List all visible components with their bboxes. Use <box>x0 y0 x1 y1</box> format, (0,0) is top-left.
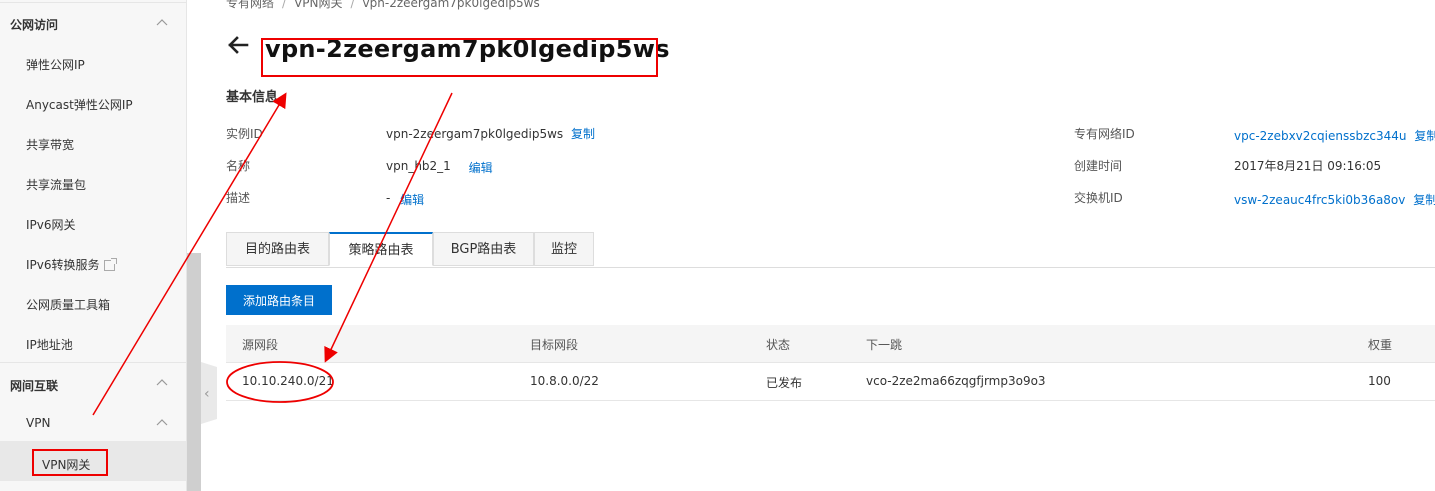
description-label: 描述 <box>226 191 251 205</box>
table-header: 源网段 目标网段 状态 下一跳 权重 <box>226 325 1435 363</box>
sidebar-item-eip[interactable]: 弹性公网IP <box>26 56 85 73</box>
edit-description-link[interactable]: 编辑 <box>400 193 424 207</box>
created-time-label: 创建时间 <box>1074 159 1123 173</box>
sidebar-item-ipv6-translation[interactable]: IPv6转换服务 <box>26 256 117 273</box>
description-text: - <box>386 191 391 205</box>
tab-bgp-route[interactable]: BGP路由表 <box>433 232 534 266</box>
sidebar-group-interconnect[interactable]: 网间互联 <box>10 377 58 394</box>
column-header-next-hop: 下一跳 <box>866 338 903 352</box>
name-label: 名称 <box>226 159 251 173</box>
sidebar-divider <box>0 362 186 363</box>
sidebar-item-label: IPv6转换服务 <box>26 258 100 272</box>
scrollbar-thumb[interactable] <box>187 253 201 491</box>
sidebar-item-ip-pool[interactable]: IP地址池 <box>26 336 73 353</box>
breadcrumb-item[interactable]: VPN网关 <box>294 0 342 10</box>
sidebar-item-quality-tools[interactable]: 公网质量工具箱 <box>26 296 110 313</box>
chevron-up-icon[interactable] <box>156 377 168 389</box>
vpc-id-label: 专有网络ID <box>1074 127 1135 141</box>
sidebar-item-shared-traffic[interactable]: 共享流量包 <box>26 176 86 193</box>
column-header-source-cidr: 源网段 <box>242 338 279 352</box>
column-header-dest-cidr: 目标网段 <box>530 338 579 352</box>
chevron-up-icon[interactable] <box>156 17 168 29</box>
tab-destination-route[interactable]: 目的路由表 <box>226 232 329 266</box>
vswitch-id-link[interactable]: vsw-2zeauc4frc5ki0b36a8ov <box>1234 193 1405 207</box>
sidebar-item-ipv6-gateway[interactable]: IPv6网关 <box>26 216 76 233</box>
description-value: - 编辑 <box>386 189 424 207</box>
name-value: vpn_hb2_1 编辑 <box>386 157 493 175</box>
annotation-title-box <box>261 38 658 77</box>
sidebar-collapse-toggle[interactable]: ‹ <box>201 362 217 424</box>
breadcrumb-item: vpn-2zeergam7pk0lgedip5ws <box>362 0 540 10</box>
breadcrumb: 专有网络 / VPN网关 / vpn-2zeergam7pk0lgedip5ws <box>226 0 540 11</box>
sidebar-item-anycast-eip[interactable]: Anycast弹性公网IP <box>26 96 133 113</box>
table-row: 10.10.240.0/21 10.8.0.0/22 已发布 vco-2ze2m… <box>226 363 1435 401</box>
sidebar-group-public-access[interactable]: 公网访问 <box>10 16 58 33</box>
created-time-value: 2017年8月21日 09:16:05 <box>1234 159 1382 173</box>
section-title-basic-info: 基本信息 <box>226 90 279 105</box>
back-arrow-icon[interactable] <box>226 33 250 57</box>
vswitch-id-label: 交换机ID <box>1074 191 1123 205</box>
instance-id-label: 实例ID <box>226 127 263 141</box>
sidebar-item-vpn[interactable]: VPN <box>26 416 50 430</box>
add-route-entry-button[interactable]: 添加路由条目 <box>226 285 332 315</box>
sidebar-item-shared-bandwidth[interactable]: 共享带宽 <box>26 136 74 153</box>
external-link-icon <box>103 258 117 271</box>
cell-weight: 100 <box>1368 374 1391 388</box>
breadcrumb-item[interactable]: 专有网络 <box>226 0 274 10</box>
name-text: vpn_hb2_1 <box>386 159 451 173</box>
instance-id-value: vpn-2zeergam7pk0lgedip5ws 复制 <box>386 125 595 142</box>
chevron-up-icon[interactable] <box>156 417 168 429</box>
instance-id-text: vpn-2zeergam7pk0lgedip5ws <box>386 127 564 141</box>
tab-monitor[interactable]: 监控 <box>534 232 594 266</box>
cell-dest-cidr: 10.8.0.0/22 <box>530 374 599 388</box>
chevron-left-icon: ‹ <box>204 386 210 402</box>
vpc-id-value: vpc-2zebxv2cqienssbzc344u 复制 <box>1234 127 1435 144</box>
column-header-status: 状态 <box>766 338 791 352</box>
copy-vpc-id-link[interactable]: 复制 <box>1414 129 1435 143</box>
column-header-weight: 权重 <box>1368 338 1393 352</box>
cell-source-cidr: 10.10.240.0/21 <box>242 374 334 388</box>
vswitch-id-value: vsw-2zeauc4frc5ki0b36a8ov 复制 <box>1234 191 1435 208</box>
sidebar-divider <box>0 2 186 3</box>
copy-instance-id-link[interactable]: 复制 <box>571 127 595 141</box>
edit-name-link[interactable]: 编辑 <box>469 161 493 175</box>
cell-status: 已发布 <box>766 376 803 390</box>
vpc-id-link[interactable]: vpc-2zebxv2cqienssbzc344u <box>1234 129 1406 143</box>
annotation-sidebar-box <box>32 449 108 476</box>
cell-next-hop: vco-2ze2ma66zqgfjrmp3o9o3 <box>866 374 1046 388</box>
sidebar: 公网访问 弹性公网IP Anycast弹性公网IP 共享带宽 共享流量包 IPv… <box>0 0 187 491</box>
tab-policy-route[interactable]: 策略路由表 <box>329 232 433 266</box>
copy-vswitch-id-link[interactable]: 复制 <box>1413 193 1435 207</box>
tabs-divider <box>226 267 1435 268</box>
